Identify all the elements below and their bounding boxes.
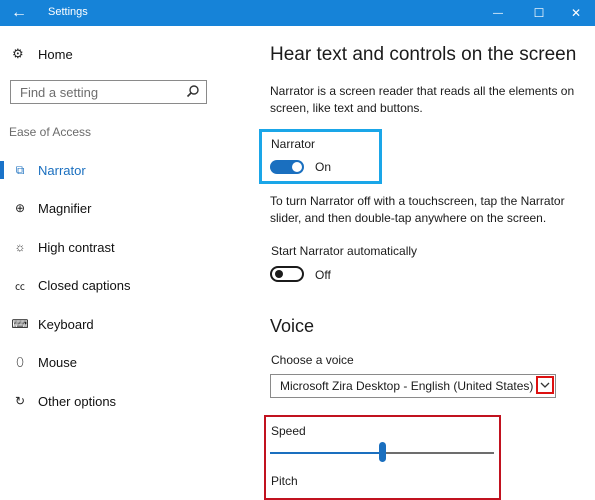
active-indicator bbox=[0, 161, 4, 179]
speed-slider-thumb[interactable] bbox=[379, 442, 386, 462]
keyboard-icon: ⌨ bbox=[11, 317, 29, 331]
section-title: Ease of Access bbox=[9, 125, 92, 139]
gear-icon: ⚙ bbox=[12, 46, 24, 61]
close-icon: ✕ bbox=[570, 6, 582, 20]
sidebar: ⚙ Home Find a setting Ease of Access ⧉ N… bbox=[0, 26, 220, 495]
toggle-knob bbox=[292, 162, 302, 172]
home-link[interactable]: ⚙ Home bbox=[12, 46, 73, 62]
narrator-icon: ⧉ bbox=[15, 162, 25, 177]
high-contrast-icon: ☼ bbox=[14, 240, 26, 254]
mouse-icon: ⬯ bbox=[16, 354, 24, 369]
home-label: Home bbox=[38, 46, 73, 62]
sidebar-item-label: High contrast bbox=[38, 239, 115, 255]
sidebar-item-high-contrast[interactable]: ☼ High contrast bbox=[0, 232, 220, 262]
closed-captions-icon: ㏄ bbox=[15, 281, 25, 293]
sidebar-item-label: Keyboard bbox=[38, 316, 94, 332]
auto-start-label: Start Narrator automatically bbox=[271, 244, 418, 258]
sidebar-item-label: Narrator bbox=[38, 162, 86, 178]
close-button[interactable]: ✕ bbox=[560, 0, 592, 26]
sidebar-item-other-options[interactable]: ↻ Other options bbox=[0, 386, 220, 416]
sidebar-item-label: Closed captions bbox=[38, 277, 131, 293]
back-arrow-icon: ← bbox=[11, 4, 27, 21]
other-options-icon: ↻ bbox=[14, 394, 26, 408]
narrator-toggle-state: On bbox=[315, 160, 332, 174]
narrator-toggle[interactable] bbox=[270, 160, 304, 174]
auto-start-toggle[interactable] bbox=[270, 266, 304, 282]
sidebar-item-narrator[interactable]: ⧉ Narrator bbox=[0, 155, 220, 185]
auto-start-toggle-state: Off bbox=[315, 268, 331, 282]
chevron-down-icon bbox=[540, 382, 550, 388]
pitch-label: Pitch bbox=[271, 474, 298, 488]
sidebar-item-mouse[interactable]: ⬯ Mouse bbox=[0, 347, 220, 377]
maximize-button[interactable]: ☐ bbox=[523, 0, 555, 26]
voice-select[interactable]: Microsoft Zira Desktop - English (United… bbox=[270, 374, 556, 398]
sidebar-item-keyboard[interactable]: ⌨ Keyboard bbox=[0, 309, 220, 339]
maximize-icon: ☐ bbox=[533, 6, 545, 20]
voice-heading: Voice bbox=[270, 316, 315, 336]
sidebar-item-label: Magnifier bbox=[38, 200, 92, 216]
search-icon[interactable] bbox=[186, 84, 200, 98]
minimize-icon: — bbox=[493, 7, 503, 19]
magnifier-icon: ⊕ bbox=[14, 201, 26, 215]
sidebar-item-label: Mouse bbox=[38, 354, 78, 370]
dropdown-button[interactable] bbox=[536, 376, 554, 394]
sidebar-item-closed-captions[interactable]: ㏄ Closed captions bbox=[0, 270, 220, 300]
speed-slider-fill bbox=[270, 452, 382, 454]
touch-help-text: To turn Narrator off with a touchscreen,… bbox=[270, 194, 565, 225]
search-placeholder: Find a setting bbox=[20, 85, 99, 100]
back-button[interactable]: ← bbox=[0, 0, 38, 26]
minimize-button[interactable]: — bbox=[482, 0, 514, 26]
narrator-label: Narrator bbox=[271, 137, 316, 151]
sidebar-item-label: Other options bbox=[38, 393, 117, 409]
page-description: Narrator is a screen reader that reads a… bbox=[270, 84, 575, 115]
speed-label: Speed bbox=[271, 424, 306, 438]
page-title: Hear text and controls on the screen bbox=[270, 44, 577, 65]
title-bar: ← Settings — ☐ ✕ bbox=[0, 0, 595, 26]
choose-voice-label: Choose a voice bbox=[271, 353, 354, 367]
search-box[interactable]: Find a setting bbox=[10, 80, 207, 104]
toggle-knob bbox=[275, 270, 283, 278]
voice-select-value: Microsoft Zira Desktop - English (United… bbox=[280, 379, 534, 393]
sidebar-item-magnifier[interactable]: ⊕ Magnifier bbox=[0, 193, 220, 223]
window-title: Settings bbox=[48, 6, 88, 18]
